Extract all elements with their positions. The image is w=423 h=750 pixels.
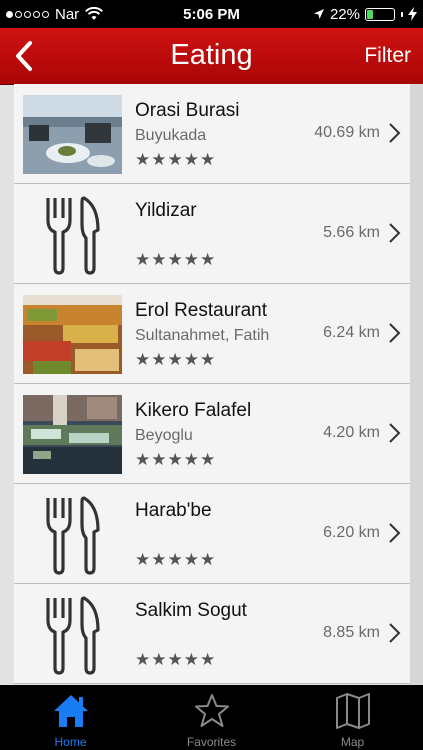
list-item[interactable]: Yildizar ★★★★★ 5.66 km: [14, 184, 410, 284]
chevron-right-icon: [389, 323, 401, 343]
battery-percent: 22%: [329, 5, 360, 23]
restaurant-photo: [23, 295, 122, 374]
charging-bolt-icon: [408, 7, 417, 21]
chevron-right-icon: [389, 423, 401, 443]
signal-strength-icon: [6, 10, 49, 18]
restaurant-name: Erol Restaurant: [135, 300, 268, 321]
map-icon: [335, 693, 370, 729]
carrier-name: Nar: [55, 5, 80, 23]
chevron-right-icon: [389, 223, 401, 243]
tab-home[interactable]: Home: [11, 685, 131, 750]
restaurant-name: Orasi Burasi: [135, 100, 240, 121]
filter-button[interactable]: Filter: [364, 28, 411, 84]
tab-label: Map: [340, 735, 365, 749]
battery-icon: [365, 7, 395, 21]
restaurant-name: Salkim Sogut: [135, 600, 247, 621]
chevron-right-icon: [389, 623, 401, 643]
tab-label: Home: [54, 735, 87, 749]
restaurant-location: Buyukada: [135, 127, 207, 144]
page-title: Eating: [170, 39, 253, 71]
chevron-right-icon: [389, 523, 401, 543]
rating-stars: ★★★★★: [135, 450, 217, 469]
tab-label: Favorites: [186, 735, 237, 749]
restaurant-name: Harab'be: [135, 500, 212, 521]
restaurant-distance: 6.20 km: [323, 524, 380, 541]
carrier-signal: Nar: [6, 5, 104, 23]
scrollbar[interactable]: [410, 84, 423, 686]
list-item[interactable]: Kikero Falafel Beyoglu ★★★★★ 4.20 km: [14, 384, 410, 484]
restaurant-location: Beyoglu: [135, 427, 193, 444]
restaurant-photo: [23, 95, 122, 174]
restaurant-distance: 4.20 km: [323, 424, 380, 441]
restaurant-name: Yildizar: [135, 200, 197, 221]
list-item[interactable]: Orasi Burasi Buyukada ★★★★★ 40.69 km: [14, 84, 410, 184]
tab-favorites[interactable]: Favorites: [152, 685, 272, 750]
restaurant-photo: [23, 395, 122, 474]
restaurant-distance: 40.69 km: [314, 124, 380, 141]
tab-bar: Home Favorites Map: [0, 685, 423, 750]
navigation-bar: Eating Filter: [0, 28, 423, 85]
cutlery-icon: [46, 196, 100, 275]
rating-stars: ★★★★★: [135, 350, 217, 369]
list-item[interactable]: Harab'be ★★★★★ 6.20 km: [14, 484, 410, 584]
restaurant-name: Kikero Falafel: [135, 400, 252, 421]
restaurant-list[interactable]: Orasi Burasi Buyukada ★★★★★ 40.69 km Yil…: [14, 84, 410, 686]
chevron-right-icon: [389, 123, 401, 143]
star-icon: [194, 694, 229, 727]
rating-stars: ★★★★★: [135, 550, 217, 569]
restaurant-distance: 5.66 km: [323, 224, 380, 241]
list-item[interactable]: Erol Restaurant Sultanahmet, Fatih ★★★★★…: [14, 284, 410, 384]
rating-stars: ★★★★★: [135, 650, 217, 669]
restaurant-distance: 6.24 km: [323, 324, 380, 341]
status-bar: Nar 5:06 PM 22%: [0, 0, 423, 28]
rating-stars: ★★★★★: [135, 150, 217, 169]
tab-map[interactable]: Map: [293, 685, 413, 750]
restaurant-distance: 8.85 km: [323, 624, 380, 641]
cutlery-icon: [46, 596, 100, 675]
status-right: 22%: [313, 6, 417, 23]
wifi-icon: [85, 7, 104, 20]
location-arrow-icon: [313, 9, 324, 19]
cutlery-icon: [46, 496, 100, 575]
list-item[interactable]: Salkim Sogut ★★★★★ 8.85 km: [14, 584, 410, 684]
rating-stars: ★★★★★: [135, 250, 217, 269]
restaurant-location: Sultanahmet, Fatih: [135, 327, 270, 344]
home-icon: [53, 695, 88, 727]
